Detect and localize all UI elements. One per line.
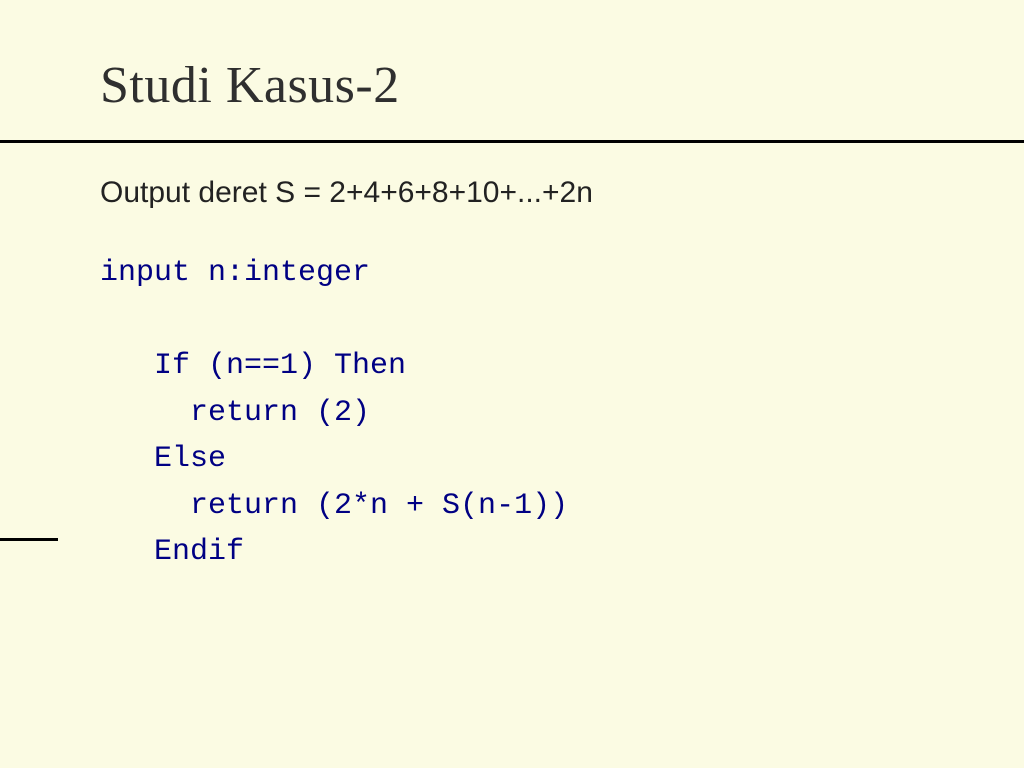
- code-line: return (2*n + S(n-1)): [100, 489, 568, 523]
- side-accent-line: [0, 538, 58, 541]
- code-line: Endif: [100, 535, 244, 569]
- code-line: Else: [100, 442, 226, 476]
- code-line: return (2): [100, 396, 370, 430]
- slide: Studi Kasus-2 Output deret S = 2+4+6+8+1…: [0, 0, 1024, 768]
- description-text: Output deret S = 2+4+6+8+10+...+2n: [100, 176, 964, 210]
- slide-title: Studi Kasus-2: [100, 56, 924, 115]
- slide-body: Output deret S = 2+4+6+8+10+...+2n input…: [100, 176, 964, 576]
- pseudocode-block: input n:integer If (n==1) Then return (2…: [100, 250, 964, 576]
- code-line: input n:integer: [100, 256, 370, 290]
- code-line: If (n==1) Then: [100, 349, 406, 383]
- title-underline: [0, 140, 1024, 143]
